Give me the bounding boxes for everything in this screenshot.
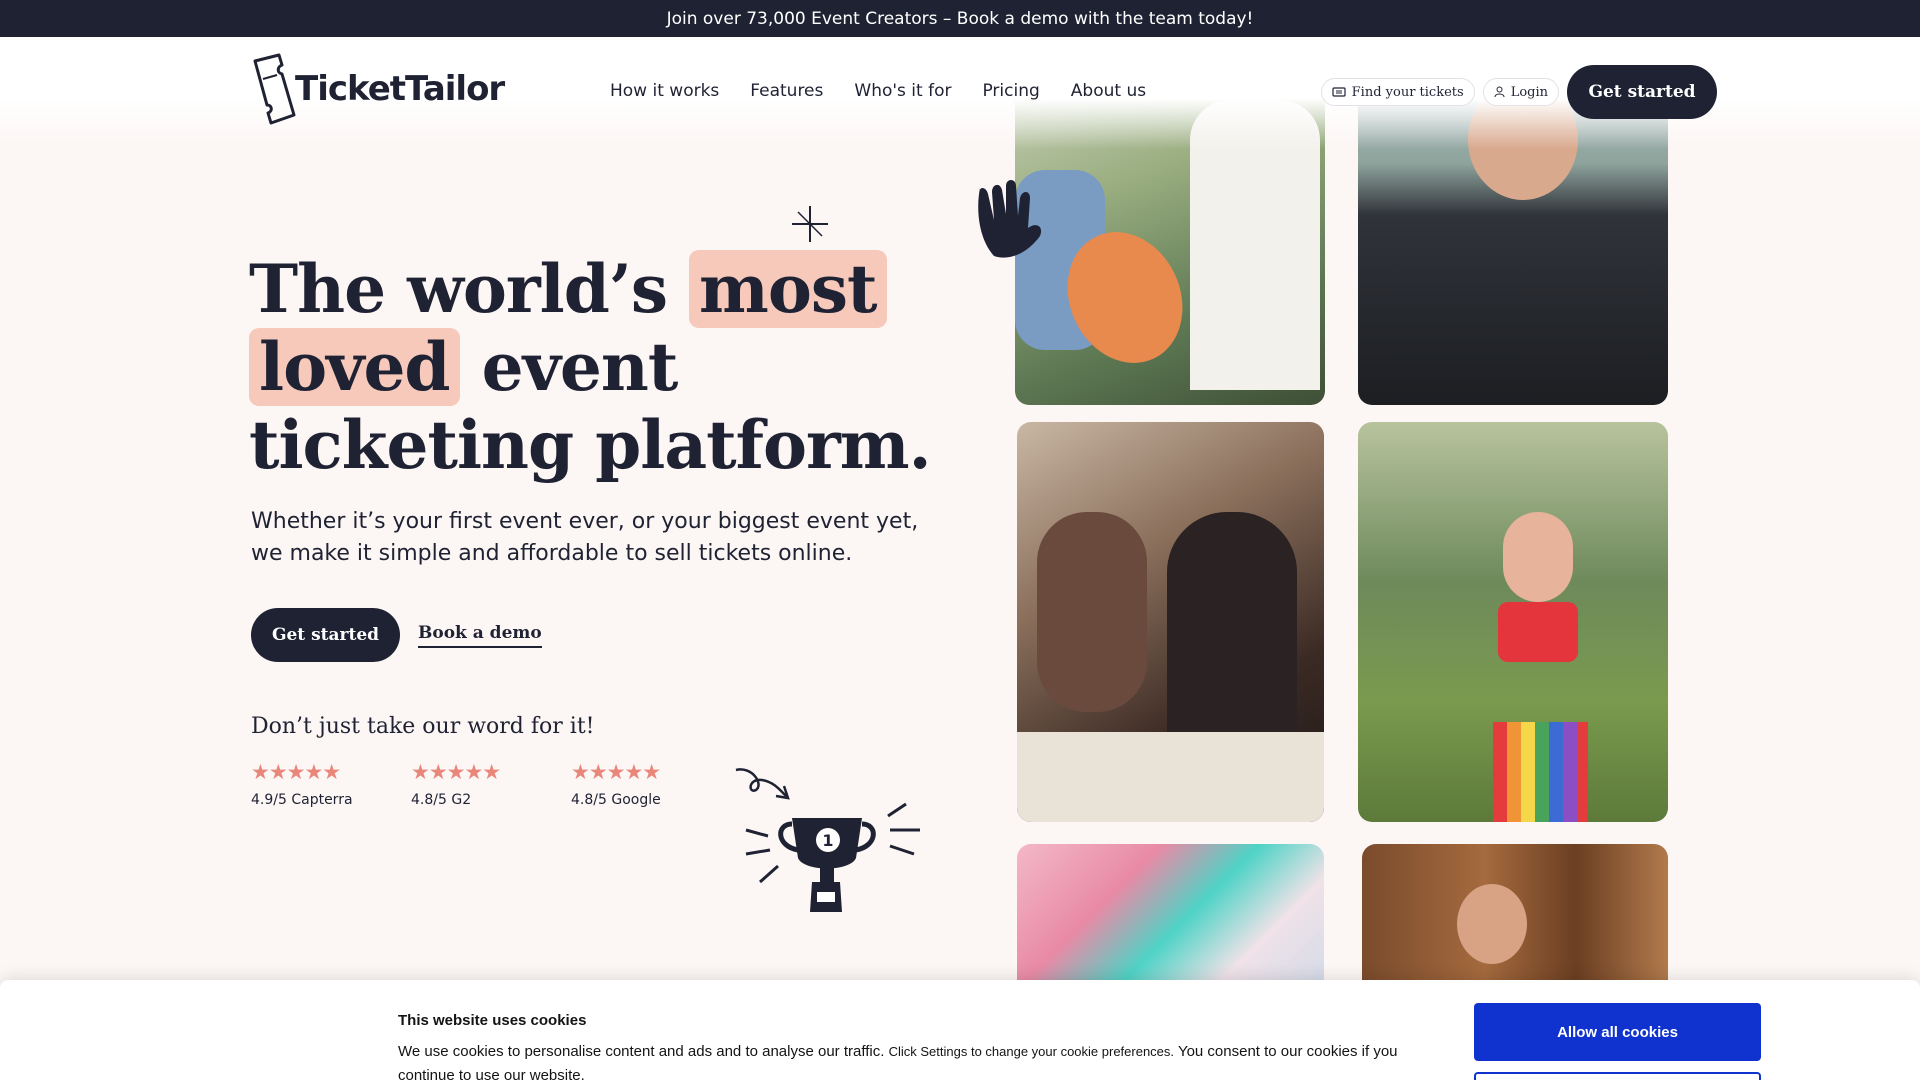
photo-figure bbox=[1037, 512, 1147, 712]
hand-icon bbox=[978, 180, 1042, 258]
announcement-bar[interactable]: Join over 73,000 Event Creators – Book a… bbox=[0, 0, 1920, 37]
rating-g2: ★★★★★ 4.8/5 G2 bbox=[411, 760, 515, 808]
hero-cta-row: Get started Book a demo bbox=[251, 608, 542, 662]
hero-headline: The world’s most loved event ticketing p… bbox=[249, 250, 949, 484]
rating-google: ★★★★★ 4.8/5 Google bbox=[571, 760, 675, 808]
main-nav: How it works Features Who's it for Prici… bbox=[610, 81, 1146, 101]
photo-figure bbox=[1503, 512, 1573, 602]
sparkle-icon bbox=[792, 206, 828, 242]
cookie-body-small: Click Settings to change your cookie pre… bbox=[888, 1044, 1175, 1059]
nav-pricing[interactable]: Pricing bbox=[982, 81, 1039, 101]
headline-highlight-most: most bbox=[689, 250, 887, 328]
login-label: Login bbox=[1510, 84, 1548, 100]
headline-highlight-loved: loved bbox=[249, 328, 460, 406]
cookie-settings-button[interactable] bbox=[1474, 1072, 1761, 1080]
photo-figure bbox=[1493, 722, 1588, 822]
rating-text: 4.8/5 Google bbox=[571, 792, 661, 808]
nav-about-us[interactable]: About us bbox=[1071, 81, 1146, 101]
allow-all-cookies-button[interactable]: Allow all cookies bbox=[1474, 1003, 1761, 1061]
rating-capterra: ★★★★★ 4.9/5 Capterra bbox=[251, 760, 355, 808]
cookie-banner: This website uses cookies We use cookies… bbox=[0, 980, 1920, 1080]
login-button[interactable]: Login bbox=[1482, 78, 1559, 106]
cookie-body-main: We use cookies to personalise content an… bbox=[398, 1043, 885, 1060]
header-get-started-button[interactable]: Get started bbox=[1567, 65, 1717, 119]
site-header: TicketTailor How it works Features Who's… bbox=[0, 37, 1920, 149]
stars-icon: ★★★★★ bbox=[251, 760, 341, 784]
photo-workshop bbox=[1017, 422, 1324, 822]
ticket-icon bbox=[1332, 87, 1346, 97]
find-tickets-button[interactable]: Find your tickets bbox=[1320, 78, 1475, 106]
headline-part3: ticketing platform. bbox=[249, 406, 932, 484]
trophy-icon: 1 bbox=[745, 802, 920, 912]
photo-figure bbox=[1498, 602, 1578, 662]
stars-icon: ★★★★★ bbox=[411, 760, 501, 784]
hero-get-started-button[interactable]: Get started bbox=[251, 608, 400, 662]
cookie-body: We use cookies to personalise content an… bbox=[398, 1040, 1438, 1080]
photo-table bbox=[1017, 732, 1324, 822]
header-utilities: Find your tickets Login Get started bbox=[1320, 65, 1717, 119]
stars-icon: ★★★★★ bbox=[571, 760, 661, 784]
logo-text: TicketTailor bbox=[295, 69, 505, 109]
nav-whos-it-for[interactable]: Who's it for bbox=[854, 81, 951, 101]
announcement-text[interactable]: Join over 73,000 Event Creators – Book a… bbox=[667, 9, 1254, 29]
logo[interactable]: TicketTailor bbox=[249, 53, 505, 125]
hero-photo-grid bbox=[1014, 60, 1670, 1024]
find-tickets-label: Find your tickets bbox=[1351, 84, 1464, 100]
user-icon bbox=[1494, 86, 1505, 98]
headline-part2: event bbox=[481, 328, 679, 406]
photo-festival-dancer bbox=[1358, 422, 1668, 822]
ticket-logo-icon bbox=[253, 53, 296, 125]
social-proof-title: Don’t just take our word for it! bbox=[251, 714, 595, 739]
photo-figure bbox=[1457, 884, 1527, 964]
book-demo-link[interactable]: Book a demo bbox=[418, 623, 542, 648]
headline-part1: The world’s bbox=[249, 250, 668, 328]
svg-text:1: 1 bbox=[822, 831, 833, 850]
nav-how-it-works[interactable]: How it works bbox=[610, 81, 719, 101]
ratings-row: ★★★★★ 4.9/5 Capterra ★★★★★ 4.8/5 G2 ★★★★… bbox=[251, 760, 675, 808]
nav-features[interactable]: Features bbox=[750, 81, 823, 101]
cookie-title: This website uses cookies bbox=[398, 1012, 587, 1029]
hero-subtitle: Whether it’s your first event ever, or y… bbox=[251, 509, 919, 566]
curly-arrow-icon bbox=[735, 768, 790, 800]
rating-text: 4.9/5 Capterra bbox=[251, 792, 353, 808]
rating-text: 4.8/5 G2 bbox=[411, 792, 472, 808]
